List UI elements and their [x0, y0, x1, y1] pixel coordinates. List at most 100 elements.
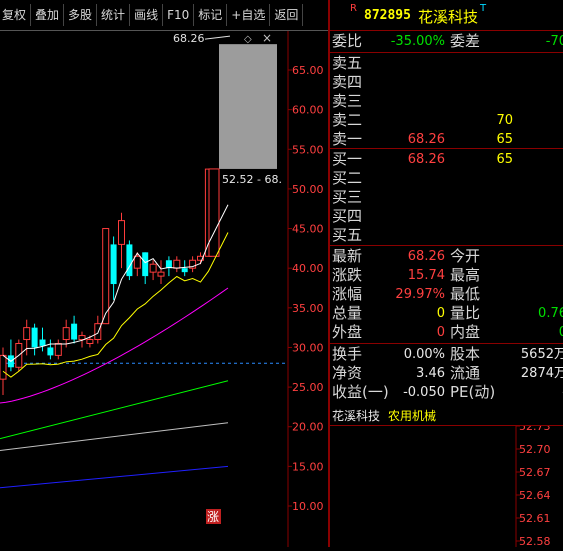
mark-button[interactable]: 标记 — [194, 4, 228, 26]
candle-up[interactable] — [208, 168, 220, 257]
y-tick-label: 65.00 — [292, 64, 324, 77]
mini-tick-label: 52.70 — [519, 443, 551, 456]
buy-label: 买四 — [332, 207, 363, 225]
mini-tick-label: 52.64 — [519, 489, 551, 502]
candle-up[interactable] — [78, 335, 86, 341]
buy-label: 买二 — [332, 169, 363, 187]
statistics-button[interactable]: 统计 — [97, 4, 131, 26]
candle-up[interactable] — [54, 342, 62, 356]
mini-tick-label: 52.73 — [519, 426, 551, 433]
y-tick-label: 15.00 — [292, 460, 324, 473]
sell-label: 卖三 — [332, 92, 363, 110]
diamond-icon[interactable]: ◇ — [244, 34, 252, 45]
candle-down[interactable] — [142, 252, 149, 277]
fund-value: 0.00% — [403, 347, 445, 362]
candle-up[interactable] — [133, 255, 141, 269]
mini-tick-label: 52.67 — [519, 466, 551, 479]
quote-panel: R 872895 花溪科技 T 委比 -35.00% 委差 -70 卖五 卖四 卖三… — [330, 0, 563, 547]
stat-row: 总量 0 量比 0.76 — [330, 304, 563, 323]
stat-label: 量比 — [450, 304, 481, 322]
industry-sector[interactable]: 农用机械 — [388, 407, 436, 424]
stat-label: 最低 — [450, 285, 481, 303]
candle-up[interactable] — [149, 263, 157, 273]
stat-value: 68.26 — [407, 249, 445, 264]
stock-name: 花溪科技 — [418, 8, 479, 26]
ma120-line — [0, 465, 229, 489]
y-tick-label: 35.00 — [292, 302, 324, 315]
y-tick-label: 60.00 — [292, 104, 324, 117]
buy-volume: 65 — [496, 152, 513, 167]
y-tick-label: 25.00 — [292, 381, 324, 394]
stat-row: 涨幅 29.97% 最低 — [330, 285, 563, 304]
buy-row: 买三 — [330, 188, 563, 207]
candle-up[interactable] — [94, 323, 102, 341]
stat-value: 0 — [558, 325, 563, 340]
y-tick-label: 20.00 — [292, 421, 324, 434]
close-icon[interactable]: × — [262, 31, 272, 45]
candle-down[interactable] — [31, 327, 38, 348]
limit-up-badge-label: 涨 — [207, 509, 219, 524]
separator — [330, 52, 563, 53]
stat-label: 今开 — [450, 247, 481, 265]
sell-volume: 70 — [496, 113, 513, 128]
mini-tick-label: 52.61 — [519, 512, 551, 525]
buy-row: 买五 — [330, 226, 563, 245]
sell-row: 卖一 68.26 65 — [330, 130, 563, 149]
mini-tick-chart: 52.73 52.70 52.67 52.64 52.61 52.58 — [330, 426, 563, 547]
draw-line-button[interactable]: 画线 — [130, 4, 164, 26]
sell-label: 卖二 — [332, 111, 363, 129]
sell-row: 卖二 70 — [330, 111, 563, 130]
candle-down[interactable] — [71, 323, 78, 340]
high-price-marker: 68.26 — [173, 32, 205, 45]
stat-value: 0 — [436, 325, 445, 340]
ma60-line — [0, 422, 229, 452]
candle-down[interactable] — [126, 244, 133, 277]
candle-up[interactable] — [173, 259, 181, 269]
candle-up[interactable] — [86, 339, 94, 344]
stat-row: 外盘 0 内盘 0 — [330, 323, 563, 342]
fund-label: 换手 — [332, 345, 363, 363]
stat-value: 0.76 — [538, 306, 563, 321]
candle-down[interactable] — [181, 268, 188, 273]
f10-button[interactable]: F10 — [163, 4, 195, 26]
sell-label: 卖一 — [332, 130, 363, 148]
fund-row: 净资 3.46 流通 2874万 — [330, 364, 563, 383]
fund-value: -0.050 — [403, 385, 445, 400]
buy-row: 买二 — [330, 169, 563, 188]
candle-up[interactable] — [62, 327, 70, 341]
fund-value: 2874万 — [520, 366, 563, 381]
weibi-label: 委比 — [332, 32, 363, 50]
industry-stock-name[interactable]: 花溪科技 — [332, 407, 380, 424]
sell-volume: 65 — [496, 132, 513, 147]
y-tick-label: 50.00 — [292, 183, 324, 196]
candle-up[interactable] — [23, 327, 31, 341]
candle-up[interactable] — [0, 354, 7, 380]
y-tick-label: 30.00 — [292, 341, 324, 354]
sell-label: 卖四 — [332, 73, 363, 91]
candlestick-chart[interactable]: 65.00 60.00 55.00 50.00 45.00 40.00 35.00 30.00… — [0, 31, 328, 547]
back-button[interactable]: 返回 — [270, 4, 304, 26]
candle-up[interactable] — [102, 228, 110, 325]
candle-down[interactable] — [39, 339, 46, 346]
stat-label: 外盘 — [332, 323, 363, 341]
stat-row: 最新 68.26 今开 — [330, 247, 563, 266]
y-tick-label: 45.00 — [292, 223, 324, 236]
candle-up[interactable] — [157, 271, 165, 277]
buy-row: 买四 — [330, 207, 563, 226]
restore-rights-button[interactable]: 复权 — [0, 4, 32, 26]
add-watchlist-button[interactable]: +自选 — [227, 4, 271, 26]
overlay-button[interactable]: 叠加 — [31, 4, 65, 26]
stat-label: 涨跌 — [332, 266, 363, 284]
candle-down[interactable] — [110, 244, 117, 285]
stat-label: 内盘 — [450, 323, 481, 341]
fund-value: 5652万 — [520, 347, 563, 362]
limit-up-range-box — [219, 44, 277, 169]
fund-label: 收益(一) — [332, 383, 389, 401]
multi-stock-button[interactable]: 多股 — [64, 4, 98, 26]
candle-down[interactable] — [47, 347, 54, 356]
high-marker-arrow — [204, 35, 231, 40]
candlestick-svg[interactable]: 65.00 60.00 55.00 50.00 45.00 40.00 35.00 30.00… — [0, 31, 328, 547]
separator — [330, 148, 563, 149]
mini-tick-label: 52.58 — [519, 535, 551, 547]
candle-up[interactable] — [118, 220, 125, 245]
